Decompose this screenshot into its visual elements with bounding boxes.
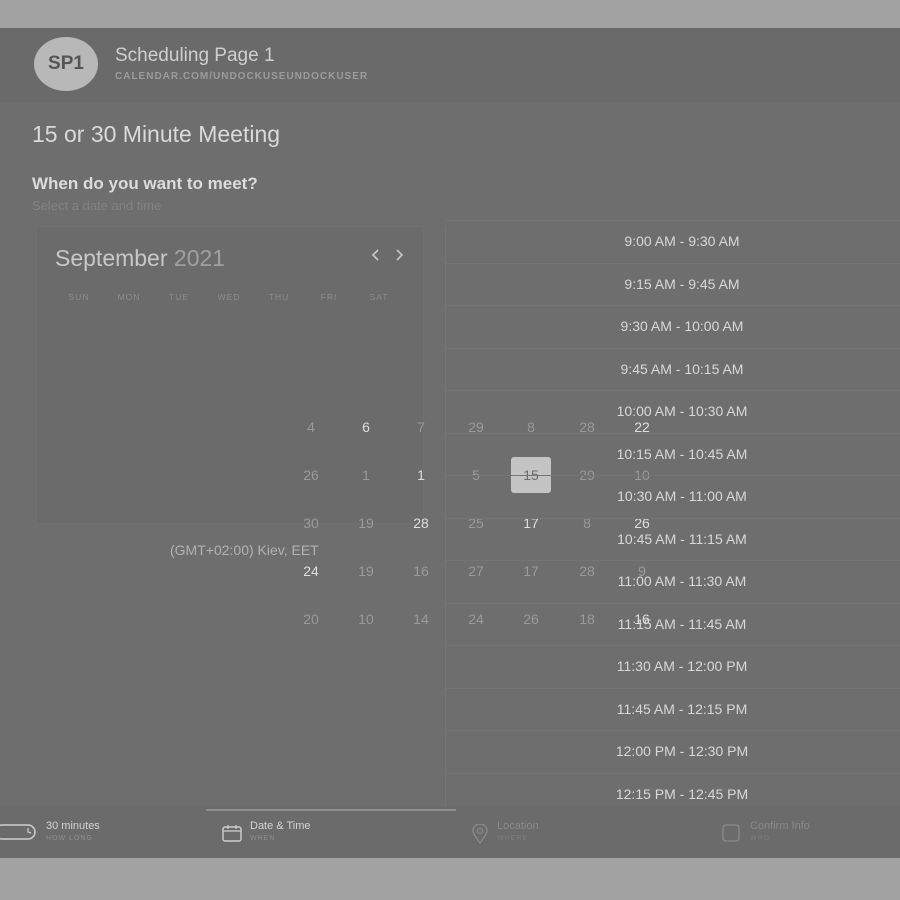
question-heading: When do you want to meet? [32,174,258,193]
calendar-icon [222,824,242,847]
time-slot[interactable]: 12:00 PM - 12:30 PM [446,730,900,773]
time-slot[interactable]: 9:15 AM - 9:45 AM [446,262,900,306]
calendar-day[interactable]: 20 [291,601,331,637]
step-confirm-info[interactable]: Confirm Info WHO [750,820,810,842]
calendar-day[interactable]: 7 [401,409,441,445]
time-slot-label: 10:15 AM - 10:45 AM [616,445,748,462]
chevron-right-icon[interactable] [394,246,404,267]
time-slot[interactable]: 11:00 AM - 11:30 AM [446,560,900,603]
time-slot-label: 10:00 AM - 10:30 AM [616,403,748,419]
time-slot[interactable]: 10:30 AM - 11:00 AM [446,475,900,518]
timezone-selector[interactable]: (GMT+02:00) Kiev, EET [170,542,319,558]
time-slot[interactable]: 11:15 AM - 11:45 AM [446,602,900,646]
clock-icon [0,824,36,845]
step-confirm-title: Confirm Info [750,820,810,832]
map-pin-icon [472,823,488,849]
calendar-day[interactable]: 30 [291,505,331,541]
time-slot-label: 9:15 AM - 9:45 AM [624,275,740,292]
meeting-title: 15 or 30 Minute Meeting [32,121,281,147]
time-slot[interactable]: 10:45 AM - 11:15 AM [446,517,900,561]
weekday-label: MON [117,292,141,302]
calendar-day[interactable]: 26 [291,457,331,493]
calendar-day[interactable]: 14 [401,601,441,637]
calendar-day[interactable]: 28 [401,505,441,541]
month-name: September [55,245,168,271]
time-slot-label: 11:15 AM - 11:45 AM [617,615,747,632]
calendar-day[interactable]: 19 [346,505,386,541]
time-slot[interactable]: 9:00 AM - 9:30 AM [446,220,900,263]
avatar: SP1 [34,37,98,91]
checkbox-icon [722,824,740,847]
time-slot-label: 10:30 AM - 11:00 AM [617,488,747,504]
time-slot-label: 9:30 AM - 10:00 AM [620,318,744,334]
page-title: Scheduling Page 1 [115,45,275,66]
time-slot-label: 12:00 PM - 12:30 PM [615,743,749,759]
time-slot[interactable]: 9:45 AM - 10:15 AM [446,347,900,391]
step-duration-title: 30 minutes [46,820,100,832]
page-url[interactable]: CALENDAR.COM/UNDOCKUSEUNDOCKUSER [115,71,368,82]
calendar-month-label: September 2021 [55,245,225,272]
weekday-label: SAT [369,292,389,302]
time-slot-label: 11:45 AM - 12:15 PM [616,700,748,717]
calendar-day[interactable]: 10 [346,601,386,637]
step-location-title: Location [497,820,539,832]
footer-steps: 30 minutes HOW LONG Date & Time WHEN Loc… [0,806,900,858]
time-slot[interactable]: 11:45 AM - 12:15 PM [446,687,900,731]
year-label: 2021 [173,245,226,271]
calendar-day[interactable]: 4 [291,409,331,445]
active-step-indicator [206,809,456,811]
step-location-sub: WHERE [497,835,529,842]
time-slot[interactable]: 10:15 AM - 10:45 AM [446,432,900,476]
weekday-label: SUN [68,292,90,302]
chevron-left-icon[interactable] [371,246,381,267]
weekday-label: FRI [320,292,338,302]
step-date-time-sub: WHEN [250,835,276,842]
time-slot-label: 10:45 AM - 11:15 AM [617,530,747,547]
time-slot-label: 11:30 AM - 12:00 PM [616,658,748,674]
time-slot-label: 9:00 AM - 9:30 AM [624,233,740,249]
time-slot-label: 12:15 PM - 12:45 PM [615,785,749,802]
step-duration[interactable]: 30 minutes HOW LONG [46,820,100,842]
scheduling-app: SP1 Scheduling Page 1 CALENDAR.COM/UNDOC… [0,28,900,858]
calendar-day[interactable]: 19 [346,553,386,589]
weekday-label: TUE [169,292,189,302]
step-date-time[interactable]: Date & Time WHEN [250,820,311,842]
step-location[interactable]: Location WHERE [497,820,539,842]
time-slot-label: 11:00 AM - 11:30 AM [617,573,747,589]
calendar-day[interactable]: 1 [346,457,386,493]
time-slot[interactable]: 11:30 AM - 12:00 PM [446,645,900,688]
step-date-time-title: Date & Time [250,820,311,832]
question-hint: Select a date and time [32,198,162,213]
time-slot[interactable]: 10:00 AM - 10:30 AM [446,390,900,433]
step-duration-sub: HOW LONG [46,835,93,842]
calendar-day[interactable]: 1 [401,457,441,493]
calendar-day[interactable]: 24 [291,553,331,589]
weekday-label: THU [268,292,290,302]
time-slot[interactable]: 9:30 AM - 10:00 AM [446,305,900,348]
header: SP1 Scheduling Page 1 CALENDAR.COM/UNDOC… [0,28,900,102]
step-confirm-sub: WHO [750,835,771,842]
time-slot-label: 9:45 AM - 10:15 AM [620,360,744,377]
weekday-label: WED [217,292,241,302]
calendar-day[interactable]: 6 [346,409,386,445]
calendar-day[interactable]: 16 [401,553,441,589]
